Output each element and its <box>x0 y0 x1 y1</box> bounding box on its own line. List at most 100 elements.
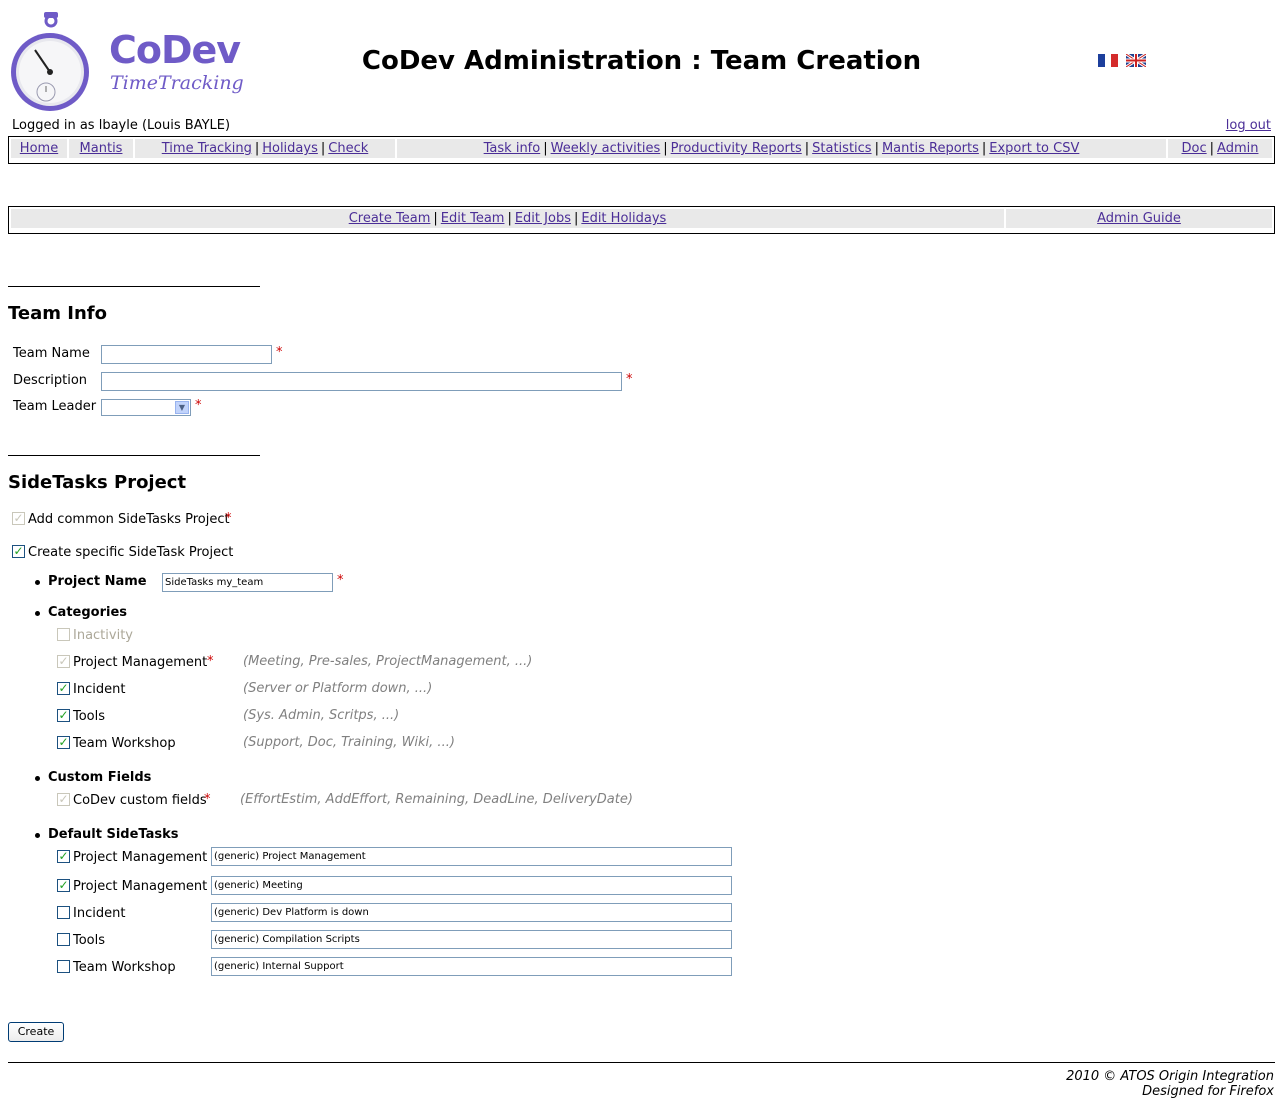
menu-time-tracking-link[interactable]: Time Tracking <box>162 141 252 156</box>
team-name-input[interactable] <box>101 345 272 364</box>
custom-fields-item-label: CoDev custom fields <box>73 793 207 808</box>
description-label: Description <box>13 373 88 388</box>
required-mark: * <box>225 511 232 526</box>
team-leader-select[interactable]: ▼ <box>101 399 191 416</box>
menu-separator: | <box>981 141 987 156</box>
required-mark: * <box>207 654 214 669</box>
category-team-workshop-checkbox[interactable]: ✓ <box>57 736 70 749</box>
category-inactivity-checkbox <box>57 628 70 641</box>
default-sidetask-checkbox[interactable] <box>57 906 70 919</box>
menu-separator: | <box>254 141 260 156</box>
menu-separator: | <box>1209 141 1215 156</box>
flag-fr-icon[interactable] <box>1098 54 1119 67</box>
create-specific-label: Create specific SideTask Project <box>28 545 234 560</box>
required-mark: * <box>626 372 633 387</box>
admin-edit-holidays-link[interactable]: Edit Holidays <box>581 211 666 226</box>
sidetasks-title: SideTasks Project <box>8 472 187 493</box>
add-common-checkbox: ✓ <box>12 511 25 525</box>
menu-home-link[interactable]: Home <box>20 141 58 156</box>
menu-check-link[interactable]: Check <box>328 141 368 156</box>
logout-link[interactable]: log out <box>1226 118 1271 133</box>
menu-separator: | <box>804 141 810 156</box>
footer-designed-for: Designed for Firefox <box>1142 1084 1274 1099</box>
bullet <box>35 611 40 616</box>
menu-separator: | <box>433 211 438 226</box>
menu-separator: | <box>573 211 579 226</box>
menu-separator: | <box>663 141 668 156</box>
required-mark: * <box>204 792 211 807</box>
team-info-title: Team Info <box>8 303 107 324</box>
create-button[interactable]: Create <box>8 1022 64 1042</box>
default-sidetask-input[interactable] <box>211 847 732 866</box>
section-divider <box>8 286 260 287</box>
category-hint: (Support, Doc, Training, Wiki, ...) <box>243 735 455 750</box>
default-sidetask-input[interactable] <box>211 957 732 976</box>
bullet <box>35 580 40 585</box>
menu-task-info-link[interactable]: Task info <box>484 141 541 156</box>
category-hint: (Server or Platform down, ...) <box>243 681 433 696</box>
footer-divider <box>8 1062 1275 1063</box>
flag-gb-icon[interactable] <box>1126 54 1146 67</box>
category-label: Team Workshop <box>73 736 176 751</box>
menu-productivity-reports-link[interactable]: Productivity Reports <box>671 141 802 156</box>
default-sidetask-label: Project Management <box>73 879 208 894</box>
default-sidetask-input[interactable] <box>211 930 732 949</box>
project-name-input[interactable] <box>162 573 333 592</box>
menu-admin-link[interactable]: Admin <box>1217 141 1258 156</box>
page-title: CoDev Administration : Team Creation <box>361 46 922 76</box>
menu-separator: | <box>543 141 548 156</box>
description-input[interactable] <box>101 372 622 391</box>
category-label: Tools <box>73 709 106 724</box>
default-sidetasks-label: Default SideTasks <box>48 827 179 842</box>
admin-create-team-link[interactable]: Create Team <box>349 211 431 226</box>
team-name-label: Team Name <box>13 346 90 361</box>
category-incident-checkbox[interactable]: ✓ <box>57 682 70 695</box>
menu-statistics-link[interactable]: Statistics <box>812 141 871 156</box>
section-divider <box>8 455 260 456</box>
default-sidetask-label: Team Workshop <box>73 960 176 975</box>
default-sidetask-checkbox[interactable]: ✓ <box>57 879 70 892</box>
menu-export-csv-link[interactable]: Export to CSV <box>989 141 1079 156</box>
project-name-label: Project Name <box>48 574 147 589</box>
admin-edit-team-link[interactable]: Edit Team <box>441 211 505 226</box>
default-sidetask-input[interactable] <box>211 903 732 922</box>
menu-holidays-link[interactable]: Holidays <box>262 141 318 156</box>
category-label: Incident <box>73 682 126 697</box>
category-label: Project Management <box>73 655 208 670</box>
admin-menu: Create Team | Edit Team | Edit Jobs | Edit Hol… <box>8 206 1275 234</box>
admin-edit-jobs-link[interactable]: Edit Jobs <box>515 211 571 226</box>
menu-separator: | <box>507 211 512 226</box>
default-sidetask-checkbox[interactable] <box>57 933 70 946</box>
menu-mantis-link[interactable]: Mantis <box>80 141 123 156</box>
category-hint: (Meeting, Pre-sales, ProjectManagement, … <box>243 654 533 669</box>
footer-copyright: 2010 © ATOS Origin Integration <box>1066 1069 1274 1084</box>
category-hint: (Sys. Admin, Scritps, ...) <box>243 708 400 723</box>
custom-fields-label: Custom Fields <box>48 770 152 785</box>
logged-in-text: Logged in as lbayle (Louis BAYLE) <box>12 118 231 133</box>
category-project-management-checkbox: ✓ <box>57 654 70 668</box>
default-sidetask-checkbox[interactable] <box>57 960 70 973</box>
team-leader-label: Team Leader <box>13 399 97 414</box>
custom-fields-hint: (EffortEstim, AddEffort, Remaining, Dead… <box>240 792 633 807</box>
menu-weekly-activities-link[interactable]: Weekly activities <box>551 141 661 156</box>
admin-guide-link[interactable]: Admin Guide <box>1097 211 1181 226</box>
default-sidetask-label: Incident <box>73 906 126 921</box>
category-tools-checkbox[interactable]: ✓ <box>57 709 70 722</box>
add-common-label: Add common SideTasks Project <box>28 512 230 527</box>
menu-mantis-reports-link[interactable]: Mantis Reports <box>882 141 979 156</box>
required-mark: * <box>195 398 202 413</box>
categories-label: Categories <box>48 605 128 620</box>
required-mark: * <box>276 345 283 360</box>
chevron-down-icon[interactable]: ▼ <box>175 401 189 414</box>
bullet <box>35 833 40 838</box>
create-specific-checkbox[interactable]: ✓ <box>12 545 25 558</box>
menu-separator: | <box>320 141 326 156</box>
default-sidetask-label: Project Management <box>73 850 208 865</box>
default-sidetask-input[interactable] <box>211 876 732 895</box>
default-sidetask-checkbox[interactable]: ✓ <box>57 850 70 863</box>
menu-separator: | <box>874 141 879 156</box>
bullet <box>35 776 40 781</box>
required-mark: * <box>337 573 344 588</box>
default-sidetask-label: Tools <box>73 933 106 948</box>
menu-doc-link[interactable]: Doc <box>1182 141 1207 156</box>
